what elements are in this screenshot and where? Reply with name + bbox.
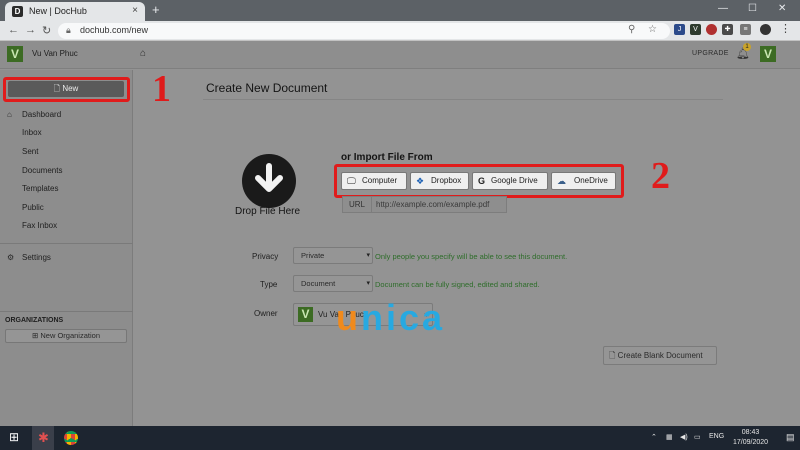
search-icon[interactable]: ⚲ — [628, 24, 635, 35]
sidebar-item-fax-inbox[interactable]: Fax Inbox — [22, 221, 57, 230]
bookmark-star-icon[interactable]: ☆ — [648, 24, 657, 35]
sidebar-divider — [0, 311, 133, 312]
header-logo-right: V — [760, 46, 776, 62]
forward-arrow-icon[interactable]: → — [25, 24, 36, 36]
language-indicator[interactable]: ENG — [709, 433, 724, 440]
volume-icon[interactable]: ◀) — [680, 433, 688, 441]
privacy-label: Privacy — [252, 252, 279, 261]
back-arrow-icon[interactable]: ← — [8, 24, 19, 36]
type-select[interactable]: Document ▾ — [293, 275, 373, 292]
annotation-highlight-1 — [3, 77, 130, 102]
browser-tab[interactable]: D New | DocHub × — [5, 2, 145, 21]
page-title: Create New Document — [206, 81, 328, 95]
new-organization-label: New Organization — [40, 331, 100, 340]
app-pin-icon: ✱ — [38, 430, 49, 445]
step-number-2: 2 — [651, 155, 670, 197]
windows-taskbar: ⊞ ✱ ⌃ ▦ ◀) ▭ ENG 08:43 17/09/2020 ▤ — [0, 426, 800, 450]
plus-icon: ⊞ — [31, 331, 39, 340]
extension-v-icon[interactable]: V — [690, 24, 701, 35]
create-blank-label: Create Blank Document — [617, 351, 703, 360]
url-input[interactable]: http://example.com/example.pdf — [371, 197, 507, 212]
create-blank-document-button[interactable]: 🗋︎ Create Blank Document — [603, 346, 717, 365]
blank-file-icon: 🗋︎ — [609, 351, 616, 360]
profile-avatar[interactable] — [760, 24, 771, 35]
annotation-highlight-2 — [334, 164, 624, 198]
type-value: Document — [301, 279, 336, 288]
sidebar-item-sent[interactable]: Sent — [22, 147, 38, 156]
sidebar: 🗋︎ New ⌂ Dashboard Inbox Sent Documents … — [0, 70, 133, 426]
sidebar-item-settings[interactable]: Settings — [22, 253, 51, 262]
clock[interactable]: 08:43 17/09/2020 — [733, 428, 768, 448]
url-import-row: URL http://example.com/example.pdf — [342, 196, 507, 213]
drop-file-label: Drop File Here — [235, 206, 301, 217]
step-number-1: 1 — [152, 68, 171, 110]
sidebar-item-public[interactable]: Public — [22, 203, 44, 212]
browser-tabstrip: D New | DocHub × + — ☐ ✕ — [0, 0, 800, 21]
taskbar-app-active[interactable]: ✱ — [32, 426, 54, 450]
type-label: Type — [260, 280, 278, 289]
battery-icon[interactable]: ▭ — [694, 433, 701, 441]
notifications-icon[interactable]: ▤ — [786, 432, 795, 443]
notification-badge: 1 — [743, 43, 751, 51]
new-organization-button[interactable]: ⊞ New Organization — [5, 329, 127, 343]
extension-j-icon[interactable]: J — [674, 24, 685, 35]
gear-icon: ⚙ — [7, 253, 15, 262]
tab-close-icon[interactable]: × — [132, 5, 138, 16]
clock-time: 08:43 — [741, 429, 760, 436]
chevron-down-icon: ▾ — [366, 252, 370, 259]
title-divider — [203, 99, 723, 100]
download-arrow-icon — [255, 163, 283, 192]
chrome-icon[interactable] — [64, 431, 78, 445]
close-window-icon[interactable]: ✕ — [778, 3, 786, 14]
dochub-page: V Vu Van Phuc ⌂ UPGRADE 🔔︎ 1 V 🗋︎ New ⌂ … — [0, 41, 800, 426]
owner-avatar: V — [298, 307, 313, 322]
drop-zone[interactable] — [242, 154, 296, 208]
app-header: V Vu Van Phuc ⌂ UPGRADE 🔔︎ 1 V — [0, 41, 800, 69]
network-icon[interactable]: ▦ — [666, 433, 673, 441]
address-bar[interactable]: 🔒︎ dochub.com/new ⚲ ☆ — [58, 23, 670, 39]
tab-title: New | DocHub — [29, 6, 87, 16]
browser-menu-icon[interactable]: ⋮ — [780, 24, 791, 35]
unica-watermark: unica — [336, 297, 446, 338]
lock-icon: 🔒︎ — [66, 25, 71, 35]
sidebar-item-templates[interactable]: Templates — [22, 184, 58, 193]
sidebar-item-documents[interactable]: Documents — [22, 166, 62, 175]
home-icon[interactable]: ⌂ — [140, 48, 146, 59]
import-heading: or Import File From — [341, 152, 433, 163]
sidebar-item-dashboard[interactable]: Dashboard — [22, 110, 61, 119]
reload-icon[interactable]: ↻ — [42, 24, 51, 37]
privacy-select[interactable]: Private ▾ — [293, 247, 373, 264]
chevron-down-icon: ▾ — [366, 280, 370, 287]
dashboard-home-icon: ⌂ — [7, 110, 12, 119]
url-text[interactable]: dochub.com/new — [80, 25, 148, 35]
privacy-value: Private — [301, 251, 325, 260]
header-user-name[interactable]: Vu Van Phuc — [32, 49, 78, 58]
extension-list-icon[interactable]: ≡ — [740, 24, 751, 35]
type-note: Document can be fully signed, edited and… — [375, 280, 540, 289]
organizations-heading: ORGANIZATIONS — [5, 317, 64, 324]
dochub-favicon-icon: D — [12, 6, 23, 17]
extension-puzzle-icon[interactable]: ✚ — [722, 24, 733, 35]
windows-start-icon[interactable]: ⊞ — [9, 430, 19, 444]
privacy-note: Only people you specify will be able to … — [375, 252, 568, 261]
minimize-icon[interactable]: — — [718, 3, 728, 14]
new-tab-button[interactable]: + — [152, 2, 160, 17]
sidebar-item-inbox[interactable]: Inbox — [22, 128, 42, 137]
clock-date: 17/09/2020 — [733, 439, 769, 446]
owner-label: Owner — [254, 309, 278, 318]
maximize-icon[interactable]: ☐ — [748, 3, 757, 14]
tray-up-icon[interactable]: ⌃ — [651, 433, 657, 441]
extension-red-icon[interactable] — [706, 24, 717, 35]
url-label: URL — [349, 200, 366, 209]
upgrade-link[interactable]: UPGRADE — [692, 50, 729, 57]
sidebar-divider — [0, 243, 133, 244]
dochub-logo[interactable]: V — [7, 46, 23, 62]
